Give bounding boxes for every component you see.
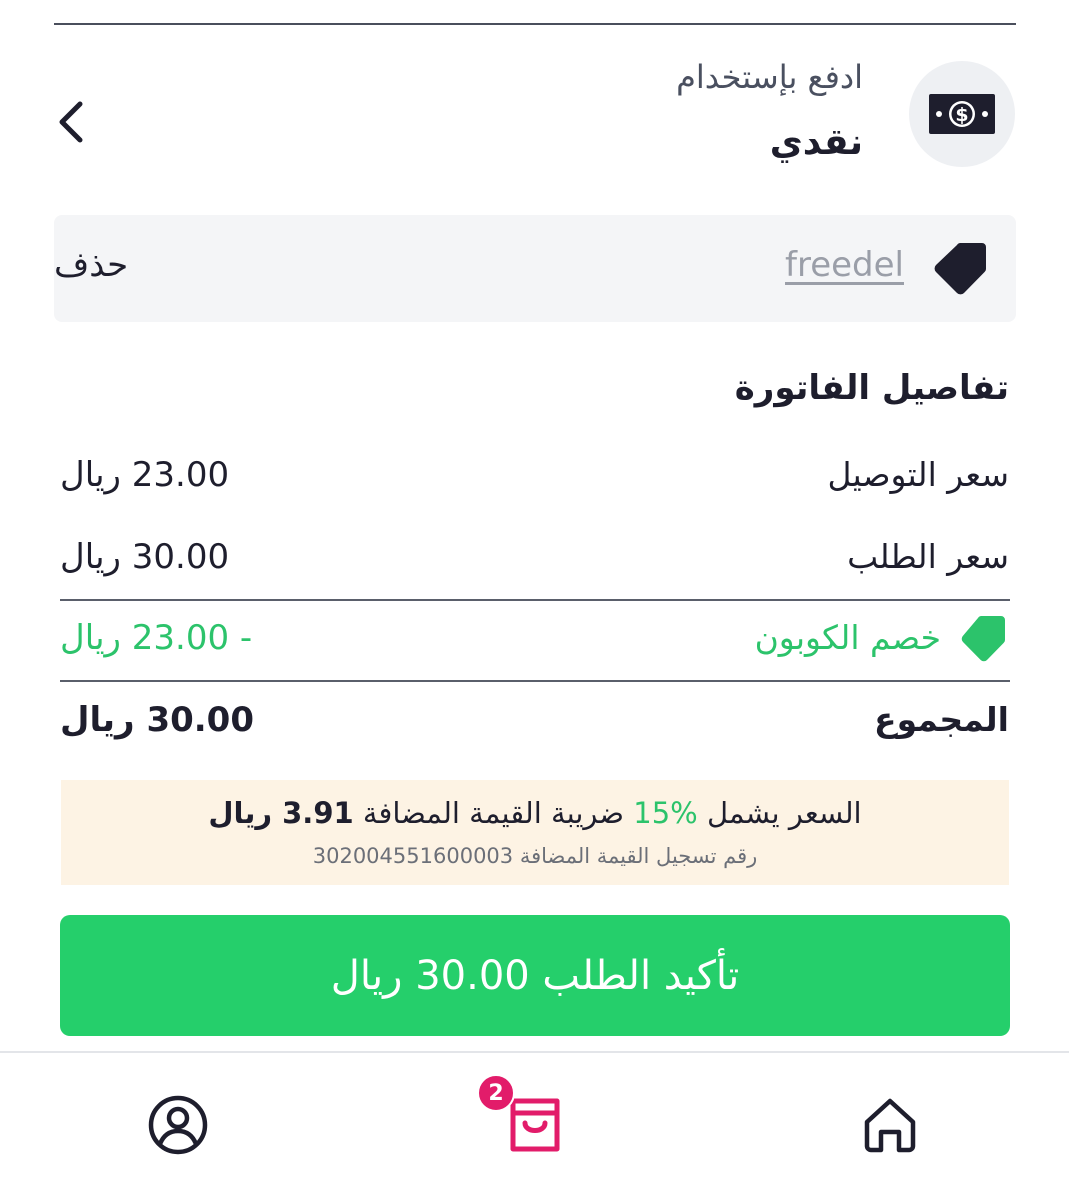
vat-registration: رقم تسجيل القيمة المضافة 302004551600003: [312, 844, 758, 868]
coupon-discount-value: - 23.00 ريال: [60, 618, 253, 658]
checkout-page: $ ادفع بإستخدام نقدي freedel حذف تفاصيل …: [0, 0, 1069, 1200]
chevron-left-icon: [59, 101, 83, 143]
payment-method-icon-wrapper: $: [909, 61, 1015, 167]
divider: [60, 680, 1010, 682]
vat-prefix: السعر يشمل: [706, 796, 862, 830]
profile-icon: [148, 1095, 208, 1155]
confirm-order-button[interactable]: تأكيد الطلب 30.00 ريال: [60, 915, 1010, 1036]
order-price-label: سعر الطلب: [847, 537, 1009, 576]
shopping-bag-icon: [510, 1098, 560, 1152]
cart-count-badge: 2: [477, 1074, 515, 1112]
coupon-discount-label: خصم الكوبون: [754, 618, 941, 657]
vat-line: السعر يشمل 15% ضريبة القيمة المضافة 3.91…: [61, 796, 1009, 830]
applied-coupon: freedel حذف: [54, 215, 1016, 322]
payment-method-value: نقدي: [769, 122, 863, 163]
nav-home[interactable]: [855, 1090, 925, 1160]
vat-notice: السعر يشمل 15% ضريبة القيمة المضافة 3.91…: [61, 780, 1009, 885]
delivery-price-label: سعر التوصيل: [827, 455, 1009, 494]
discount-tag-icon: [961, 616, 1005, 662]
payment-label: ادفع بإستخدام: [676, 58, 863, 96]
top-divider: [54, 23, 1016, 25]
delivery-price-value: 23.00 ريال: [60, 455, 230, 495]
svg-text:$: $: [955, 104, 968, 126]
total-value: 30.00 ريال: [60, 700, 254, 740]
cash-icon: $: [929, 94, 995, 134]
invoice-title: تفاصيل الفاتورة: [734, 368, 1009, 408]
vat-suffix: ضريبة القيمة المضافة: [362, 796, 625, 830]
coupon-code[interactable]: freedel: [785, 245, 904, 285]
tag-icon: [934, 243, 986, 295]
nav-profile[interactable]: [143, 1090, 213, 1160]
coupon-delete-button[interactable]: حذف: [54, 245, 128, 285]
nav-divider: [0, 1051, 1069, 1053]
home-icon: [864, 1098, 916, 1153]
back-button[interactable]: [46, 92, 96, 152]
order-price-value: 30.00 ريال: [60, 537, 230, 577]
total-label: المجموع: [874, 700, 1009, 739]
vat-percent: 15%: [633, 796, 698, 830]
vat-amount: 3.91 ريال: [208, 796, 354, 830]
divider: [60, 599, 1010, 601]
